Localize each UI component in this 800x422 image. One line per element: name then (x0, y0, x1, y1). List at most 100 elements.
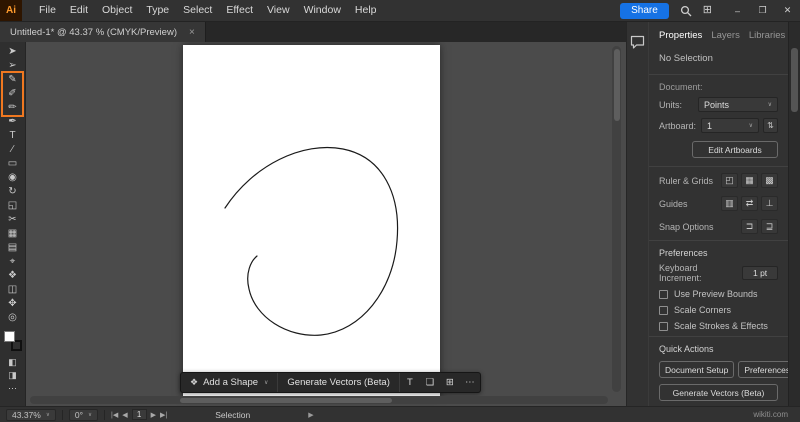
rotation-dropdown[interactable]: 0° ∨ (69, 409, 98, 421)
status-expand-icon[interactable]: ▶ (308, 411, 313, 419)
minimize-button[interactable]: – (725, 0, 750, 22)
document-icon[interactable]: ❏ (420, 373, 440, 392)
canvas-horizontal-scrollbar[interactable] (30, 396, 608, 404)
maximize-button[interactable]: ❐ (750, 0, 775, 22)
fill-stroke-swatches[interactable] (4, 331, 22, 351)
last-artboard-icon[interactable]: ▶| (160, 411, 167, 419)
close-button[interactable]: ✕ (775, 0, 800, 22)
shape-builder-tool[interactable]: ◉ (1, 171, 25, 185)
tab-libraries[interactable]: Libraries (749, 30, 785, 41)
fill-swatch[interactable] (4, 331, 15, 342)
type-button[interactable]: T (400, 373, 420, 392)
units-dropdown[interactable]: Points ∨ (698, 97, 778, 112)
image-grid-icon[interactable]: ⊞ (440, 373, 460, 392)
workspace-switcher-icon[interactable]: ⊞ (703, 5, 712, 16)
quick-action-button[interactable]: Preferences (738, 361, 788, 378)
tab-close-icon[interactable]: × (189, 27, 195, 38)
vertical-scrollbar-thumb[interactable] (614, 49, 620, 121)
draw-behind-mode-icon[interactable]: ◨ (1, 369, 25, 382)
hand-tool[interactable]: ✥ (1, 297, 25, 311)
artboard-options-icon[interactable]: ⇅ (763, 118, 778, 133)
canvas-area[interactable]: ❖ Add a Shape ∨ Generate Vectors (Beta) … (26, 42, 626, 406)
artboard-number-input[interactable]: 1 (132, 409, 147, 420)
eyedropper-tool[interactable]: ⌖ (1, 255, 25, 269)
rotation-value: 0° (75, 410, 83, 420)
document-section-header: Document: (649, 77, 788, 94)
menu-item[interactable]: Help (348, 0, 384, 21)
divider (62, 410, 63, 420)
checkbox[interactable] (659, 290, 668, 299)
units-row: Units: Points ∨ (649, 94, 788, 115)
menu-item[interactable]: View (260, 0, 297, 21)
horizontal-scrollbar-thumb[interactable] (180, 398, 392, 403)
next-artboard-icon[interactable]: ▶ (151, 411, 156, 419)
more-options-icon[interactable]: ⋯ (460, 373, 480, 392)
blend-tool[interactable]: ❖ (1, 269, 25, 283)
menu-item[interactable]: Type (139, 0, 176, 21)
snap-options-icons: ⊐⊒ (741, 219, 778, 234)
ruler-icon[interactable]: ◰ (721, 173, 738, 188)
draw-normal-mode-icon[interactable]: ◧ (1, 356, 25, 369)
search-icon[interactable] (680, 5, 692, 17)
grid-icon[interactable]: ▦ (741, 173, 758, 188)
zoom-value: 43.37% (12, 410, 41, 420)
checkbox-row: Use Preview Bounds (649, 286, 788, 302)
panel-scrollbar-thumb[interactable] (791, 48, 798, 112)
rotate-tool[interactable]: ↻ (1, 185, 25, 199)
panel-scrollbar[interactable] (788, 22, 800, 406)
first-artboard-icon[interactable]: |◀ (111, 411, 118, 419)
menu-item[interactable]: File (32, 0, 63, 21)
artboard-dropdown[interactable]: 1 ∨ (701, 118, 759, 133)
smart-guides-icon[interactable]: ⊥ (761, 196, 778, 211)
previous-artboard-icon[interactable]: ◀ (122, 411, 127, 419)
snap-options-row: Snap Options ⊐⊒ (649, 215, 788, 238)
generate-vectors-label: Generate Vectors (Beta) (287, 377, 389, 388)
checkbox[interactable] (659, 306, 668, 315)
tab-layers[interactable]: Layers (711, 30, 740, 41)
lock-guides-icon[interactable]: ⇄ (741, 196, 758, 211)
menu-item[interactable]: Object (95, 0, 139, 21)
generate-vectors-beta-button[interactable]: Generate Vectors (Beta) (659, 384, 778, 401)
keyboard-increment-input[interactable]: 1 pt (742, 266, 778, 280)
illustrator-logo[interactable]: Ai (0, 0, 22, 21)
chevron-down-icon: ∨ (749, 122, 753, 129)
show-guides-icon[interactable]: ▥ (721, 196, 738, 211)
artboard-tool[interactable]: ◫ (1, 283, 25, 297)
checkbox[interactable] (659, 322, 668, 331)
zoom-tool[interactable]: ◎ (1, 311, 25, 325)
menu-item[interactable]: Edit (63, 0, 95, 21)
more-tools-icon[interactable]: ⋯ (1, 382, 25, 395)
chevron-down-icon[interactable]: ∨ (264, 379, 268, 386)
share-button[interactable]: Share (620, 3, 669, 19)
snap-to-pixel-icon[interactable]: ⊒ (761, 219, 778, 234)
menu-item[interactable]: Effect (219, 0, 260, 21)
rectangle-tool[interactable]: ▭ (1, 157, 25, 171)
menu-item[interactable]: Window (297, 0, 348, 21)
generate-vectors-button[interactable]: Generate Vectors (Beta) (278, 373, 399, 392)
menu-item[interactable]: Select (176, 0, 219, 21)
type-tool[interactable]: T (1, 129, 25, 143)
scissors-tool[interactable]: ✂ (1, 213, 25, 227)
chevron-down-icon: ∨ (88, 412, 92, 418)
quick-action-button[interactable]: Document Setup (659, 361, 734, 378)
comment-icon[interactable] (630, 35, 646, 49)
snap-to-grid-icon[interactable]: ⊐ (741, 219, 758, 234)
tutorial-highlight-box (1, 71, 24, 117)
mesh-tool[interactable]: ▦ (1, 227, 25, 241)
chevron-down-icon: ∨ (46, 412, 50, 418)
scale-tool[interactable]: ◱ (1, 199, 25, 213)
tab-properties[interactable]: Properties (659, 30, 702, 41)
gradient-tool[interactable]: ▤ (1, 241, 25, 255)
add-a-shape-button[interactable]: ❖ Add a Shape ∨ (181, 373, 278, 392)
selection-tool[interactable]: ➤ (1, 45, 25, 59)
canvas-vertical-scrollbar[interactable] (612, 46, 621, 392)
app-menus: FileEditObjectTypeSelectEffectViewWindow… (32, 0, 384, 21)
edit-artboards-button[interactable]: Edit Artboards (692, 141, 778, 158)
zoom-dropdown[interactable]: 43.37% ∨ (6, 409, 56, 421)
line-segment-tool[interactable]: ∕ (1, 143, 25, 157)
pen-tool[interactable]: ✒ (1, 115, 25, 129)
document-tab[interactable]: Untitled-1* @ 43.37 % (CMYK/Preview) × (0, 22, 206, 42)
artboard-label: Artboard: (659, 121, 696, 131)
transparency-grid-icon[interactable]: ▩ (761, 173, 778, 188)
artboard[interactable] (183, 45, 440, 398)
